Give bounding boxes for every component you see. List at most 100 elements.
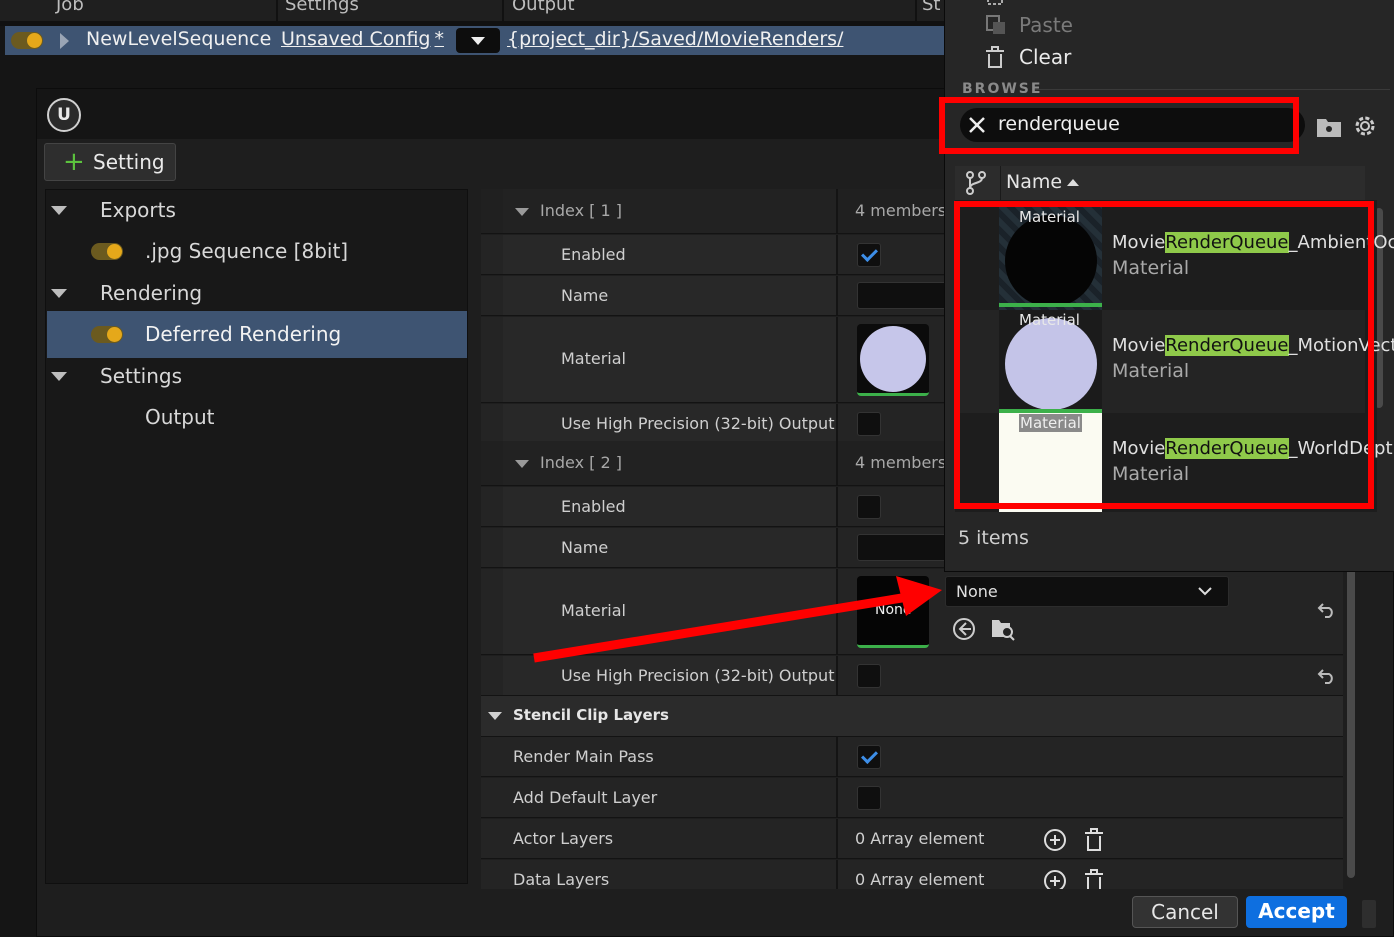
collapse-arrow-icon[interactable] — [51, 206, 67, 215]
use-selected-asset-icon[interactable] — [951, 616, 977, 642]
browse-heading: BROWSE — [962, 81, 1043, 97]
render-main-pass-label: Render Main Pass — [513, 747, 654, 766]
collapse-arrow-icon[interactable] — [51, 289, 67, 298]
index2-name-input[interactable] — [857, 534, 947, 561]
resize-grip[interactable] — [1362, 900, 1376, 928]
column-name[interactable]: Name — [1006, 171, 1062, 193]
job-output-link[interactable]: {project_dir}/Saved/MovieRenders/ — [507, 28, 843, 50]
reset-to-default-icon[interactable] — [1317, 668, 1337, 684]
tree-category-rendering[interactable]: Rendering — [100, 281, 202, 305]
column-output[interactable]: Output — [512, 0, 575, 15]
source-branch-icon[interactable] — [965, 171, 987, 195]
app-window: Job Settings Output St NewLevelSequence … — [0, 0, 1394, 937]
collapse-arrow-icon[interactable] — [488, 712, 502, 720]
tree-item-deferred-rendering[interactable]: Deferred Rendering — [47, 311, 467, 358]
data-layers-row: Data Layers 0 Array element — [481, 860, 1343, 889]
data-layers-label: Data Layers — [513, 870, 610, 889]
render-main-pass-row: Render Main Pass — [481, 737, 1343, 777]
browse-asset-icon[interactable] — [989, 614, 1017, 642]
add-element-icon[interactable] — [1043, 869, 1067, 889]
item-count: 5 items — [958, 527, 1029, 549]
folder-view-icon[interactable] — [1316, 116, 1342, 138]
clear-menu-item[interactable]: Clear — [1019, 45, 1071, 69]
annotation-arrow — [533, 576, 942, 663]
trash-icon[interactable] — [1083, 827, 1105, 853]
index2-enabled-checkbox[interactable] — [857, 495, 881, 519]
collapse-arrow-icon[interactable] — [515, 460, 529, 468]
column-job[interactable]: Job — [56, 0, 84, 15]
jpg-enable-toggle[interactable] — [91, 243, 123, 260]
index1-name-input[interactable] — [857, 282, 947, 309]
column-settings[interactable]: Settings — [285, 0, 359, 15]
data-layers-value: 0 Array element — [855, 870, 985, 889]
settings-dropdown-button[interactable] — [456, 28, 500, 53]
index1-members: 4 members — [855, 201, 947, 220]
add-default-layer-row: Add Default Layer — [481, 778, 1343, 818]
divider — [1035, 89, 1390, 90]
collapse-arrow-icon[interactable] — [515, 208, 529, 216]
index-text: Index — [540, 453, 585, 472]
add-default-layer-checkbox[interactable] — [857, 786, 881, 810]
name-label: Name — [561, 538, 609, 557]
column-status[interactable]: St — [922, 0, 940, 15]
results-header: Name — [955, 166, 1365, 200]
job-enable-toggle[interactable] — [11, 32, 43, 49]
cancel-button[interactable]: Cancel — [1132, 896, 1238, 928]
name-label: Name — [561, 286, 609, 305]
material-asset-combo[interactable]: None — [945, 576, 1229, 607]
index1-enabled-checkbox[interactable] — [857, 243, 881, 267]
job-settings-label: Unsaved Config — [281, 28, 431, 50]
job-name: NewLevelSequence — [86, 28, 272, 50]
actor-layers-value: 0 Array element — [855, 829, 985, 848]
collapse-arrow-icon[interactable] — [51, 372, 67, 381]
add-setting-button[interactable]: + Setting — [44, 143, 176, 181]
index2-members: 4 members — [855, 453, 947, 472]
combo-value: None — [956, 582, 998, 601]
modified-marker: * — [434, 28, 445, 50]
accept-button[interactable]: Accept — [1246, 896, 1347, 928]
tree-category-exports[interactable]: Exports — [100, 198, 176, 222]
precision-label: Use High Precision (32-bit) Output — [561, 414, 835, 433]
trash-icon[interactable] — [1083, 868, 1105, 889]
gear-icon[interactable] — [1352, 113, 1378, 139]
actor-layers-label: Actor Layers — [513, 829, 614, 848]
deferred-enable-toggle[interactable] — [91, 326, 123, 343]
chevron-down-icon — [471, 37, 485, 45]
index1-material-thumbnail[interactable] — [857, 324, 929, 396]
results-highlight-box — [954, 201, 1374, 509]
trash-icon — [986, 46, 1004, 68]
paste-icon — [986, 15, 1005, 34]
job-row[interactable]: NewLevelSequence Unsaved Config * {projec… — [5, 26, 945, 55]
unreal-logo-icon: U — [47, 98, 81, 132]
index1-label: Index [ 1 ] — [540, 201, 622, 220]
reset-to-default-icon[interactable] — [1317, 602, 1337, 618]
precision-label: Use High Precision (32-bit) Output — [561, 666, 835, 685]
enabled-label: Enabled — [561, 245, 626, 264]
material-label: Material — [561, 349, 626, 368]
tree-item-output[interactable]: Output — [145, 405, 214, 429]
add-element-icon[interactable] — [1043, 828, 1067, 852]
render-main-pass-checkbox[interactable] — [857, 745, 881, 769]
tree-item-jpg-sequence[interactable]: .jpg Sequence [8bit] — [145, 239, 348, 263]
job-settings-link[interactable]: Unsaved Config * — [281, 28, 444, 50]
plus-icon: + — [63, 147, 85, 177]
expand-arrow-icon[interactable] — [60, 33, 69, 49]
index2-precision-checkbox[interactable] — [857, 664, 881, 688]
tree-item-label: Deferred Rendering — [145, 322, 342, 346]
material-sphere — [860, 326, 926, 392]
copy-icon — [987, 0, 1003, 5]
enabled-label: Enabled — [561, 497, 626, 516]
stencil-section-title: Stencil Clip Layers — [513, 706, 669, 724]
add-setting-label: Setting — [93, 150, 165, 174]
paste-menu-item[interactable]: Paste — [1019, 13, 1073, 37]
add-default-layer-label: Add Default Layer — [513, 788, 658, 807]
search-highlight-box — [939, 97, 1299, 154]
stencil-section-header[interactable]: Stencil Clip Layers — [481, 696, 1343, 737]
chevron-down-icon — [1198, 587, 1212, 596]
details-scrollbar[interactable] — [1347, 548, 1355, 878]
actor-layers-row: Actor Layers 0 Array element — [481, 819, 1343, 859]
sort-ascending-icon — [1067, 179, 1079, 186]
index2-label: Index [ 2 ] — [540, 453, 622, 472]
tree-category-settings[interactable]: Settings — [100, 364, 182, 388]
index1-precision-checkbox[interactable] — [857, 412, 881, 436]
